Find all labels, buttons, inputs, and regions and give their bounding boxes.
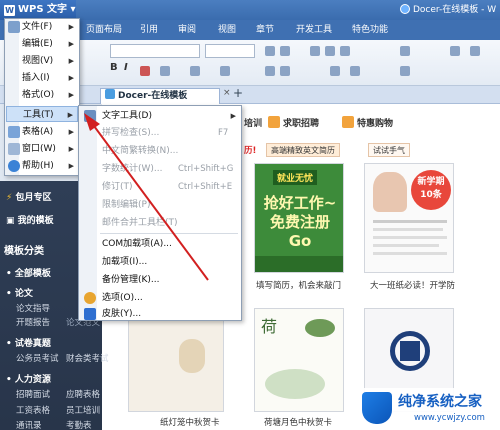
watermark-url: www.ycwjzy.com [414, 413, 485, 423]
watermark-text: 纯净系统之家 [398, 394, 482, 410]
annotation-arrow [84, 113, 209, 281]
shield-logo-icon [362, 392, 392, 424]
